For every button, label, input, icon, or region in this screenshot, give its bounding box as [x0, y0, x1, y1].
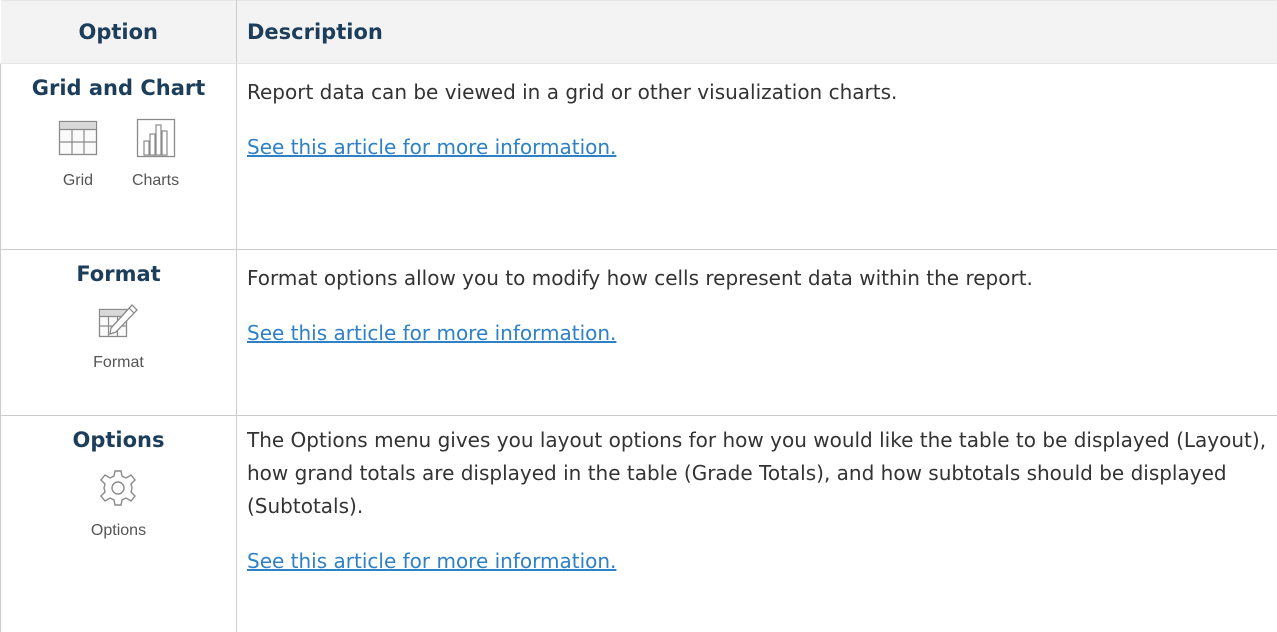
article-link[interactable]: See this article for more information. — [247, 549, 616, 573]
table-header-row: Option Description — [1, 1, 1277, 64]
bar-chart-icon — [136, 118, 176, 158]
format-button[interactable]: Format — [93, 300, 144, 372]
description-cell: Report data can be viewed in a grid or o… — [237, 64, 1277, 250]
description-text: Format options allow you to modify how c… — [247, 262, 1277, 295]
option-name: Options — [1, 428, 236, 452]
icon-group: Grid Charts — [1, 118, 236, 190]
options-table: Option Description Grid and Chart — [0, 0, 1277, 632]
option-cell: Grid and Chart Grid — [1, 64, 237, 250]
option-name: Format — [1, 262, 236, 286]
option-name: Grid and Chart — [1, 76, 236, 100]
option-cell: Options Options — [1, 416, 237, 632]
description-cell: Format options allow you to modify how c… — [237, 250, 1277, 416]
option-cell: Format Format — [1, 250, 237, 416]
article-link[interactable]: See this article for more information. — [247, 321, 616, 345]
header-description: Description — [237, 1, 1277, 64]
description-text: The Options menu gives you layout option… — [247, 424, 1277, 523]
icon-group: Format — [1, 300, 236, 372]
table-row: Format Format — [1, 250, 1277, 416]
article-link[interactable]: See this article for more information. — [247, 135, 616, 159]
format-caption: Format — [93, 354, 144, 372]
header-option: Option — [1, 1, 237, 64]
options-caption: Options — [91, 522, 146, 540]
grid-button[interactable]: Grid — [58, 118, 98, 190]
table-row: Grid and Chart Grid — [1, 64, 1277, 250]
description-text: Report data can be viewed in a grid or o… — [247, 76, 1277, 109]
grid-caption: Grid — [63, 172, 93, 190]
icon-group: Options — [1, 468, 236, 540]
gear-icon — [98, 468, 138, 508]
format-edit-icon — [96, 300, 140, 340]
grid-icon — [58, 118, 98, 158]
options-button[interactable]: Options — [91, 468, 146, 540]
table-row: Options Options The Options menu giv — [1, 416, 1277, 632]
charts-caption: Charts — [132, 172, 179, 190]
description-cell: The Options menu gives you layout option… — [237, 416, 1277, 632]
charts-button[interactable]: Charts — [132, 118, 179, 190]
